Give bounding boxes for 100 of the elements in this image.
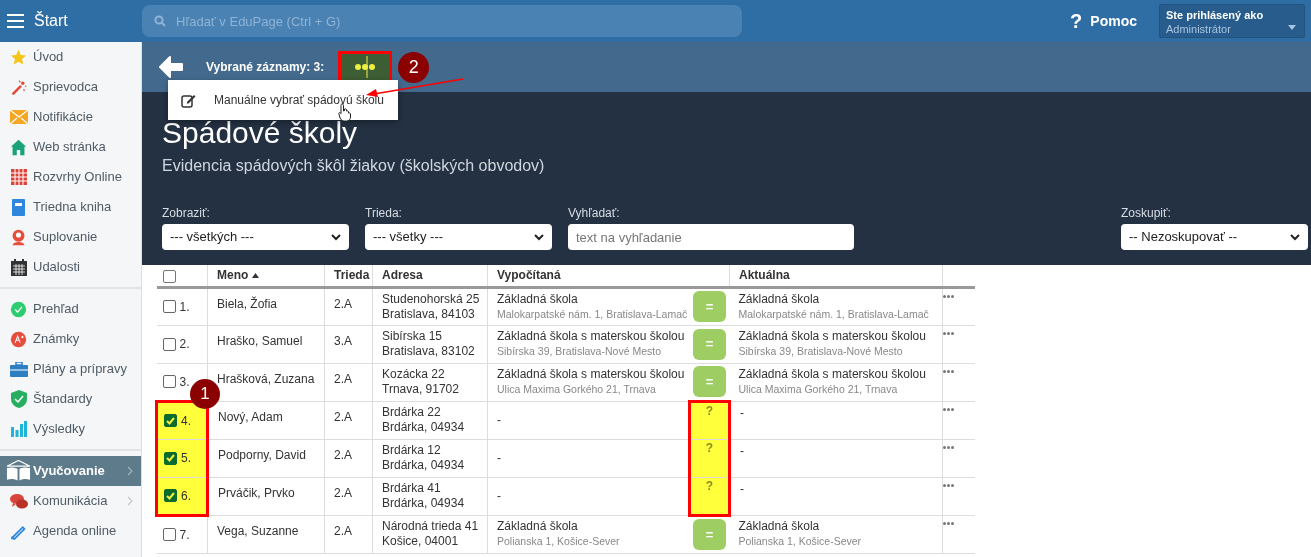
school-address: Ulica Maxima Gorkého 21, Trnava — [738, 382, 899, 397]
sidebar-item[interactable]: Vyučovanie — [0, 456, 141, 486]
sidebar-item[interactable]: Štandardy — [0, 384, 141, 414]
chevron-down-icon — [1290, 233, 1300, 241]
person-icon — [10, 228, 27, 246]
unknown-mark: ? — [705, 440, 714, 457]
school-name: Základná škola s materskou školou — [738, 329, 927, 344]
filter-select[interactable]: --- všetkých --- — [162, 224, 349, 250]
checkmark-icon — [166, 491, 175, 500]
column-header[interactable]: Adresa — [382, 266, 423, 285]
school-name: Základná škola — [738, 291, 821, 307]
row-checkbox[interactable] — [162, 300, 176, 313]
school-name: Základná škola s materskou školou — [738, 367, 927, 382]
column-header[interactable]: Aktuálna — [739, 266, 790, 285]
row-checkbox[interactable] — [162, 528, 176, 541]
school-name: - — [497, 412, 502, 428]
actions-button[interactable] — [338, 51, 393, 83]
address-line: Trnava, 91702 — [382, 382, 460, 397]
column-header[interactable]: Trieda — [334, 266, 370, 285]
user-name: Administrátor — [1166, 22, 1232, 36]
row-checkbox[interactable] — [164, 451, 177, 465]
sidebar-item[interactable]: Známky — [0, 324, 141, 354]
more-dots-icon — [943, 521, 954, 525]
callout-number: 2 — [398, 51, 430, 83]
row-checkbox[interactable] — [162, 375, 176, 388]
sidebar-item[interactable]: Notifikácie — [0, 102, 141, 132]
checkmark-icon — [166, 416, 175, 425]
sidebar-item[interactable]: Prehľad — [0, 294, 141, 324]
column-header[interactable]: Vypočítaná — [497, 266, 561, 285]
user-menu[interactable]: Ste prihlásený ako Administrátor — [1159, 4, 1305, 38]
sidebar-item[interactable]: Suplovanie — [0, 222, 141, 252]
briefcase-icon — [9, 361, 28, 377]
more-dots-icon — [943, 407, 954, 411]
house-icon — [10, 138, 27, 156]
filter-select[interactable]: --- všetky --- — [365, 224, 552, 250]
row-checkbox[interactable] — [164, 414, 177, 427]
calendar-grid-icon — [10, 169, 27, 185]
sidebar-item[interactable]: Agenda online — [0, 516, 141, 546]
sidebar-item[interactable]: Udalosti — [0, 252, 141, 282]
sidebar-item[interactable]: Výsledky — [0, 414, 141, 444]
edit-icon — [181, 92, 196, 108]
student-name[interactable]: Prváčik, Prvko — [218, 485, 295, 500]
more-dots-icon — [943, 369, 954, 373]
page-subtitle: Evidencia spádových škôl žiakov (školských obvodov) — [162, 156, 545, 176]
student-name[interactable]: Nový, Adam — [218, 409, 283, 424]
sidebar-item[interactable]: Rozvrhy Online — [0, 162, 141, 192]
search-field[interactable]: Hľadať v EduPage (Ctrl + G) — [142, 5, 742, 37]
shield-icon — [10, 390, 27, 408]
sidebar-item[interactable]: Plány a prípravy — [0, 354, 141, 384]
row-checkbox[interactable] — [162, 337, 176, 351]
column-header[interactable]: Meno — [217, 266, 260, 285]
unknown-mark: ? — [705, 477, 714, 495]
filter-label: Zobraziť: — [162, 205, 211, 222]
chevron-down-icon — [331, 233, 341, 241]
bar-chart-icon — [10, 421, 27, 437]
row-checkbox[interactable] — [164, 489, 177, 502]
student-name[interactable]: Hraško, Samuel — [217, 333, 303, 348]
more-dots-icon — [943, 445, 954, 449]
row-number: 1. — [179, 298, 190, 316]
chat-bubbles-icon — [9, 492, 28, 510]
school-name: - — [497, 450, 502, 466]
sidebar-item[interactable]: Komunikácia — [0, 486, 141, 516]
school-address: Sibírska 39, Bratislava-Nové Mesto — [738, 344, 904, 359]
sidebar-item[interactable]: Triedna kniha — [0, 192, 141, 222]
search-input[interactable]: text na vyhľadanie — [568, 224, 854, 250]
class-name: 2.A — [334, 523, 352, 538]
school-name: - — [740, 405, 745, 421]
select-all-checkbox[interactable] — [162, 269, 176, 283]
address-line: Brdárka, 04934 — [382, 420, 466, 435]
school-address: Malokarpatské nám. 1, Bratislava-Lamač — [738, 306, 930, 322]
student-name[interactable]: Hrašková, Zuzana — [217, 371, 315, 386]
student-name[interactable]: Vega, Suzanne — [217, 523, 299, 538]
address-line: Bratislava, 84103 — [382, 306, 476, 322]
school-name: - — [740, 443, 745, 459]
class-name: 2.A — [334, 485, 352, 500]
help-link[interactable]: Pomoc — [1090, 10, 1137, 32]
row-number: 7. — [179, 526, 190, 544]
user-caption: Ste prihlásený ako — [1166, 8, 1265, 22]
school-name: - — [740, 481, 745, 497]
back-arrow-icon — [159, 56, 183, 78]
more-dots-icon — [354, 56, 377, 78]
student-name[interactable]: Podporny, David — [218, 447, 306, 462]
sidebar-item[interactable]: Úvod — [0, 42, 141, 72]
school-name: Základná škola — [497, 291, 579, 307]
start-menu-label[interactable]: Štart — [34, 9, 142, 33]
sidebar-item[interactable]: Web stránka — [0, 132, 141, 162]
student-name[interactable]: Biela, Žofia — [217, 296, 278, 311]
filter-select[interactable]: -- Nezoskupovať -- — [1121, 224, 1308, 250]
class-name: 2.A — [334, 409, 352, 424]
notebook-icon — [12, 198, 25, 216]
row-number: 6. — [181, 487, 191, 505]
filter-label: Zoskupiť: — [1121, 205, 1172, 222]
help-icon[interactable]: ? — [1070, 6, 1083, 36]
address-line: Národná trieda 41 — [382, 519, 480, 534]
check-circle-icon — [10, 300, 27, 318]
equal-badge: = — [693, 291, 726, 322]
open-book-icon — [6, 460, 31, 482]
sidebar-item[interactable]: Sprievodca — [0, 72, 141, 102]
filter-label: Vyhľadať: — [568, 205, 621, 222]
dropdown-caret-icon — [1288, 25, 1296, 30]
